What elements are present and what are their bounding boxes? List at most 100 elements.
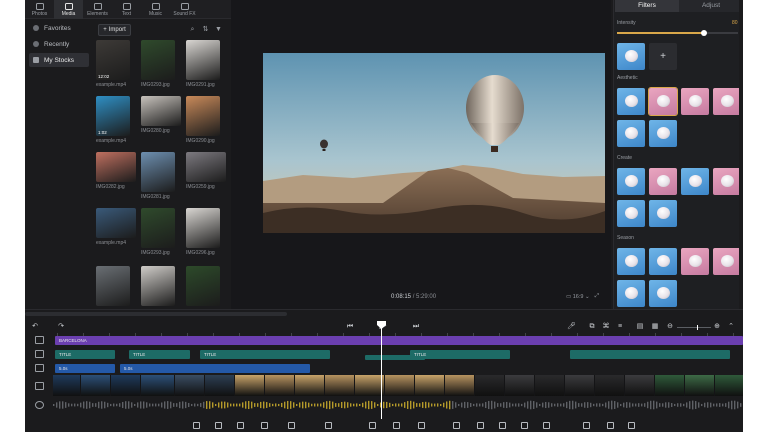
tab-filters[interactable]: Filters [615, 0, 679, 12]
waveform-bar [545, 401, 547, 409]
timeline-scrollbar[interactable] [25, 312, 287, 316]
captions-icon[interactable]: ▤ [636, 323, 644, 330]
caption-clip[interactable]: 5.0s [120, 364, 310, 373]
tab-adjust[interactable]: Adjust [679, 0, 743, 12]
toolbar-tab-elements[interactable]: Elements [83, 0, 112, 19]
video-track-filmstrip[interactable] [53, 375, 743, 396]
add-filter-button[interactable]: + [649, 43, 677, 70]
toolbar-tab-text[interactable]: Text [112, 0, 141, 19]
media-item[interactable]: IMG0293.jpg [141, 208, 181, 256]
tool-icon[interactable] [477, 422, 484, 429]
zoom-slider[interactable] [677, 327, 711, 328]
tool-icon[interactable] [193, 422, 200, 429]
nav-item-recently[interactable]: Recently [25, 37, 93, 51]
microphone-icon[interactable]: 🎤︎ [567, 323, 576, 330]
redo-icon[interactable]: ↷ [57, 323, 65, 330]
nav-item-favorites[interactable]: Favorites [25, 21, 93, 35]
sort-icon[interactable]: ⇅ [202, 26, 209, 33]
media-item[interactable]: IMG0290.jpg [186, 96, 226, 144]
tool-icon[interactable] [418, 422, 425, 429]
media-item[interactable] [141, 266, 181, 306]
tool-icon[interactable] [325, 422, 332, 429]
filter-tile[interactable] [681, 88, 709, 115]
media-item[interactable]: IMG0291.jpg [186, 40, 226, 88]
undo-icon[interactable]: ↶ [31, 323, 39, 330]
title-clip[interactable]: TITLE [410, 350, 510, 359]
nav-item-my-stocks[interactable]: My Stocks [29, 53, 89, 67]
filter-tile[interactable] [617, 88, 645, 115]
align-icon[interactable]: ≡ [616, 323, 624, 330]
media-item[interactable]: IMG0296.jpg [186, 208, 226, 256]
grid-view-icon[interactable]: ▦ [651, 323, 659, 330]
zoom-out-icon[interactable]: ⊖ [666, 323, 674, 330]
tool-icon[interactable] [237, 422, 244, 429]
zoom-in-icon[interactable]: ⊕ [713, 323, 721, 330]
filter-tile[interactable] [617, 168, 645, 195]
fullscreen-icon[interactable]: ⤢ [595, 293, 599, 300]
tool-icon[interactable] [261, 422, 268, 429]
tool-icon[interactable] [607, 422, 614, 429]
filter-tile[interactable] [713, 88, 741, 115]
split-audio-icon[interactable]: ⌘ [602, 323, 610, 330]
filter-tile[interactable] [649, 120, 677, 147]
filter-tile[interactable] [617, 120, 645, 147]
filter-tile[interactable] [713, 168, 741, 195]
filter-tile[interactable] [648, 87, 678, 116]
skip-forward-icon[interactable]: ⏭ [412, 323, 420, 330]
tool-icon[interactable] [369, 422, 376, 429]
title-clip[interactable]: TITLE [55, 350, 115, 359]
filter-tile[interactable] [681, 248, 709, 275]
filter-tile[interactable] [617, 200, 645, 227]
filter-tile[interactable] [649, 168, 677, 195]
tool-icon[interactable] [499, 422, 506, 429]
filter-tile[interactable] [649, 248, 677, 275]
import-button[interactable]: + Import [98, 24, 131, 36]
zoom-slider-knob[interactable] [697, 325, 698, 330]
filter-tile[interactable] [617, 248, 645, 275]
media-item[interactable]: example.mp4 [96, 208, 136, 246]
link-icon[interactable]: ⧉ [588, 323, 596, 330]
scissors-icon[interactable] [393, 422, 400, 429]
media-item[interactable] [186, 266, 226, 306]
title-clip[interactable]: TITLE [129, 350, 190, 359]
filter-tile[interactable] [649, 200, 677, 227]
aspect-ratio-button[interactable]: ▭ 16:9 ⌄ [566, 294, 590, 300]
media-item[interactable]: IMG0293.jpg [141, 40, 181, 88]
playhead[interactable] [381, 327, 382, 419]
title-clip[interactable] [570, 350, 730, 359]
media-item[interactable]: 12:02 example.mp4 [96, 40, 136, 88]
search-icon[interactable]: ⌕ [189, 26, 196, 33]
filter-tile[interactable] [681, 168, 709, 195]
collapse-icon[interactable]: ⌃ [727, 323, 735, 330]
media-item[interactable]: IMG0281.jpg [141, 152, 181, 200]
toolbar-tab-media[interactable]: Media [54, 0, 83, 19]
intensity-slider[interactable] [617, 30, 738, 36]
tool-icon[interactable] [215, 422, 222, 429]
toolbar-tab-photos[interactable]: Photos [25, 0, 54, 19]
filter-tile[interactable] [649, 280, 677, 307]
tool-icon[interactable] [583, 422, 590, 429]
toolbar-tab-sound-fx[interactable]: Sound FX [170, 0, 199, 19]
filter-tile[interactable] [713, 248, 741, 275]
filter-icon[interactable]: ▼ [215, 26, 222, 33]
skip-back-icon[interactable]: ⏮ [346, 323, 354, 330]
music-track[interactable]: BARCELONA [55, 336, 743, 345]
intensity-slider-knob[interactable] [701, 30, 708, 36]
caption-clip[interactable]: 5.0s [55, 364, 115, 373]
tool-icon[interactable] [521, 422, 528, 429]
tool-icon[interactable] [288, 422, 295, 429]
media-item[interactable]: IMG0282.jpg [96, 152, 136, 190]
title-clip[interactable]: TITLE [200, 350, 330, 359]
filter-tile[interactable] [617, 280, 645, 307]
toolbar-tab-music[interactable]: Music [141, 0, 170, 19]
media-item[interactable] [96, 266, 136, 306]
tool-icon[interactable] [628, 422, 635, 429]
preview-canvas[interactable] [263, 53, 605, 233]
media-item[interactable]: IMG0280.jpg [141, 96, 181, 134]
filter-original[interactable] [617, 43, 645, 70]
media-item[interactable]: 1:02 example.mp4 [96, 96, 136, 144]
crop-icon[interactable] [453, 422, 460, 429]
audio-waveform[interactable] [53, 399, 743, 411]
tool-icon[interactable] [543, 422, 550, 429]
media-item[interactable]: IMG0259.jpg [186, 152, 226, 190]
